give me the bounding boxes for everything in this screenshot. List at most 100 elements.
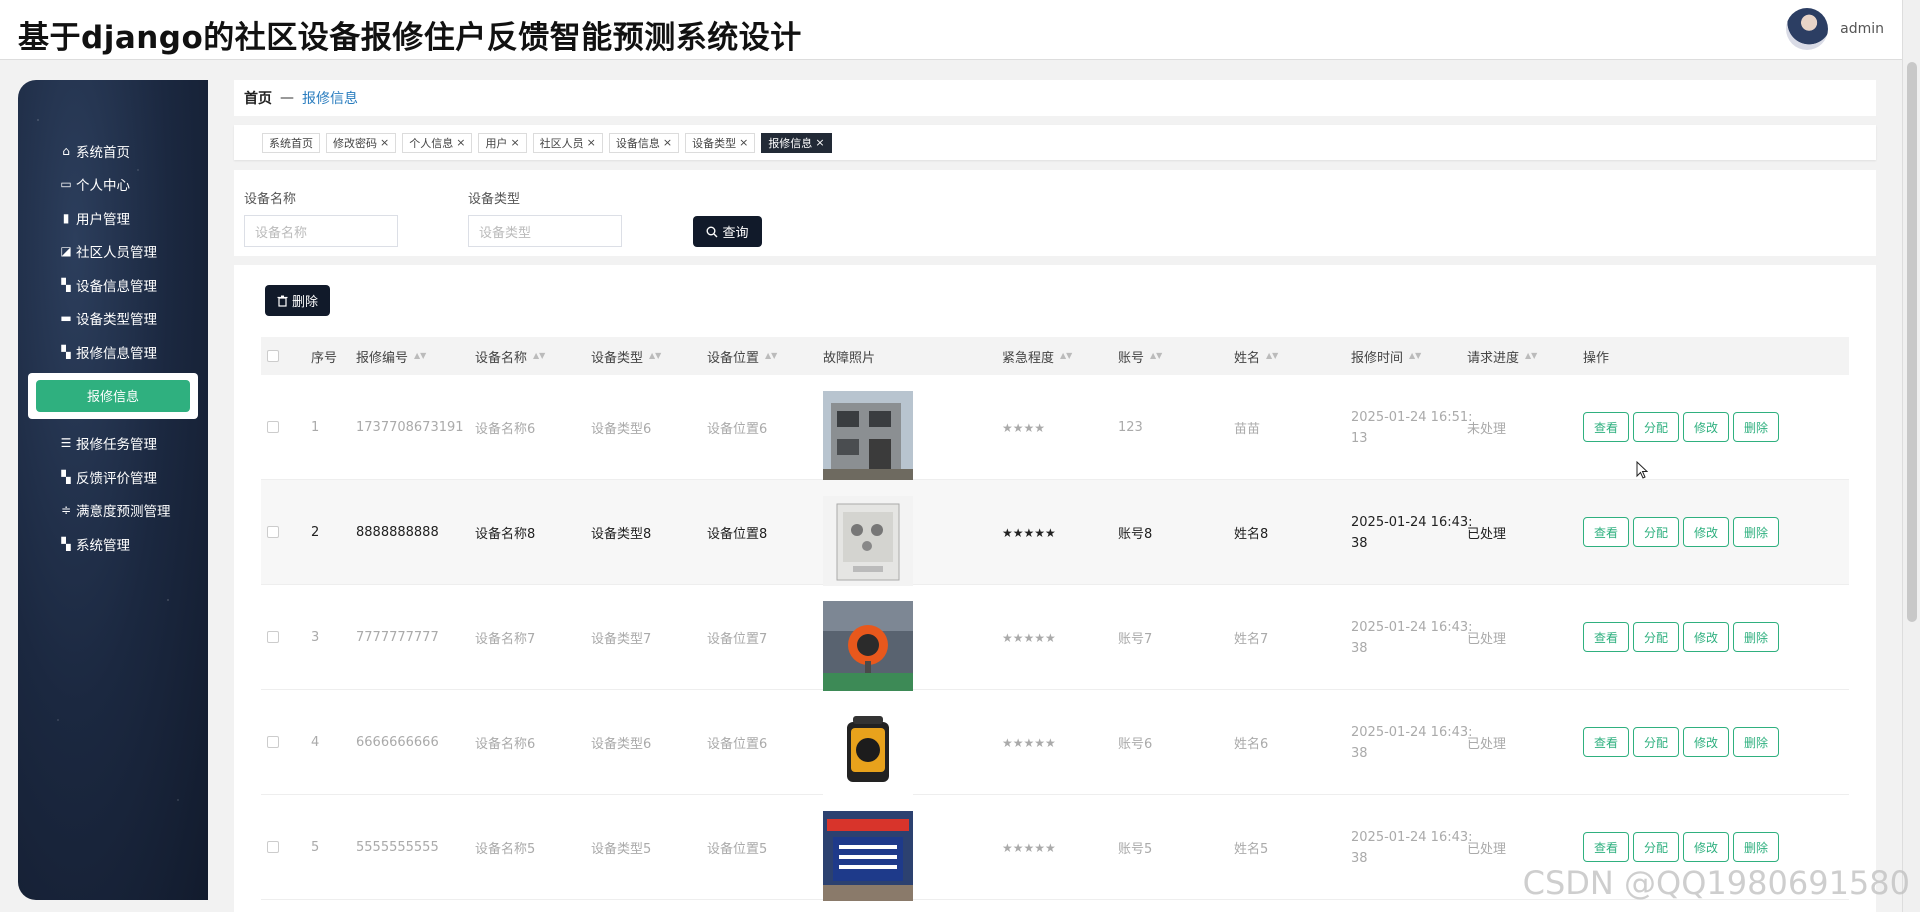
table-header: 序号 报修编号 ▲▼ 设备名称 ▲▼ 设备类型 ▲▼ 设备位置 ▲▼ 故障照片 紧急程度… (261, 337, 1849, 375)
column-header[interactable]: 紧急程度 ▲▼ (1002, 337, 1072, 375)
view-button[interactable]: 查看 (1583, 622, 1629, 652)
batch-delete-button[interactable]: 删除 (265, 285, 330, 316)
scrollbar-thumb[interactable] (1907, 62, 1917, 622)
view-button[interactable]: 查看 (1583, 517, 1629, 547)
view-button[interactable]: 查看 (1583, 412, 1629, 442)
sort-icon[interactable]: ▲▼ (533, 352, 545, 360)
username[interactable]: admin (1840, 21, 1884, 37)
device-type-input[interactable]: 设备类型 (468, 215, 622, 247)
tab-personal-info[interactable]: 个人信息 × (402, 132, 473, 153)
tab-users[interactable]: 用户 × (478, 132, 527, 153)
row-checkbox[interactable] (267, 841, 279, 853)
sort-icon[interactable]: ▲▼ (765, 352, 777, 360)
select-all-checkbox[interactable] (267, 350, 279, 362)
column-label: 操作 (1583, 350, 1610, 366)
sort-icon[interactable]: ▲▼ (1525, 352, 1537, 360)
sort-icon[interactable]: ▲▼ (649, 352, 661, 360)
breadcrumb-home[interactable]: 首页 (244, 88, 272, 108)
sidebar-item-users[interactable]: ▮ 用户管理 (18, 201, 208, 235)
avatar[interactable] (1786, 8, 1829, 50)
assign-button[interactable]: 分配 (1633, 727, 1679, 757)
edit-button[interactable]: 修改 (1683, 832, 1729, 862)
column-header[interactable]: 设备类型 ▲▼ (591, 337, 661, 375)
sidebar-item-profile[interactable]: ▭ 个人中心 (18, 168, 208, 202)
sidebar-item-satisfaction[interactable]: ≑ 满意度预测管理 (18, 494, 208, 528)
sidebar-subitem-repair-info[interactable]: 报修信息 (36, 379, 190, 412)
sidebar-item-label: 系统首页 (76, 144, 130, 161)
column-header[interactable]: 设备位置 ▲▼ (707, 337, 777, 375)
close-icon[interactable]: × (663, 136, 672, 149)
edit-button[interactable]: 修改 (1683, 622, 1729, 652)
assign-button[interactable]: 分配 (1633, 412, 1679, 442)
delete-button[interactable]: 删除 (1733, 517, 1779, 547)
tab-device-type[interactable]: 设备类型 × (685, 132, 756, 153)
cell-status: 已处理 (1467, 737, 1507, 752)
column-header[interactable]: 报修时间 ▲▼ (1351, 337, 1421, 375)
table-row[interactable]: 1 1737708673191 设备名称6 设备类型6 设备位置6 ★★★★ 1… (261, 375, 1849, 481)
edit-button[interactable]: 修改 (1683, 412, 1729, 442)
assign-button[interactable]: 分配 (1633, 832, 1679, 862)
close-icon[interactable]: × (380, 136, 389, 149)
tab-change-password[interactable]: 修改密码 × (326, 132, 397, 153)
sort-icon[interactable]: ▲▼ (414, 352, 426, 360)
close-icon[interactable]: × (456, 136, 465, 149)
grid-icon: ▚ (61, 469, 71, 484)
fault-photo[interactable] (823, 601, 913, 691)
sidebar-item-home[interactable]: ⌂ 系统首页 (18, 134, 208, 168)
delete-button[interactable]: 删除 (1733, 412, 1779, 442)
sort-icon[interactable]: ▲▼ (1409, 352, 1421, 360)
sidebar-item-feedback[interactable]: ▚ 反馈评价管理 (18, 460, 208, 494)
close-icon[interactable]: × (815, 136, 824, 149)
cell-device-type: 设备类型6 (591, 737, 652, 752)
column-header[interactable]: 账号 ▲▼ (1118, 337, 1162, 375)
vertical-scrollbar[interactable] (1902, 0, 1920, 912)
close-icon[interactable]: × (587, 136, 596, 149)
row-checkbox[interactable] (267, 631, 279, 643)
sidebar-item-repair-info[interactable]: ▚ 报修信息管理 (18, 335, 208, 369)
delete-button[interactable]: 删除 (1733, 727, 1779, 757)
table-row[interactable]: 2 8888888888 设备名称8 设备类型8 设备位置8 ★★★★★ 账号8… (261, 480, 1849, 586)
sidebar-item-repair-task[interactable]: ☰ 报修任务管理 (18, 427, 208, 461)
assign-button[interactable]: 分配 (1633, 622, 1679, 652)
close-icon[interactable]: × (739, 136, 748, 149)
user-box[interactable]: admin (1786, 8, 1884, 50)
edit-button[interactable]: 修改 (1683, 727, 1729, 757)
fault-photo[interactable] (823, 391, 913, 481)
sort-icon[interactable]: ▲▼ (1266, 352, 1278, 360)
assign-button[interactable]: 分配 (1633, 517, 1679, 547)
column-label: 紧急程度 (1002, 350, 1055, 366)
sort-icon[interactable]: ▲▼ (1060, 352, 1072, 360)
column-header[interactable]: 姓名 ▲▼ (1234, 337, 1278, 375)
tab-home[interactable]: 系统首页 (262, 132, 320, 153)
row-checkbox[interactable] (267, 526, 279, 538)
sidebar-item-system[interactable]: ▚ 系统管理 (18, 527, 208, 561)
device-name-input[interactable]: 设备名称 (244, 215, 398, 247)
tab-device-info[interactable]: 设备信息 × (608, 132, 680, 153)
delete-button[interactable]: 删除 (1733, 622, 1779, 652)
query-button[interactable]: 查询 (693, 216, 762, 247)
table-row[interactable]: 3 7777777777 设备名称7 设备类型7 设备位置7 ★★★★★ 账号7… (261, 585, 1849, 691)
tab-repair-info[interactable]: 报修信息 × (761, 132, 832, 153)
row-checkbox[interactable] (267, 421, 279, 433)
column-label: 序号 (311, 350, 338, 366)
column-header[interactable]: 设备名称 ▲▼ (475, 337, 545, 375)
tab-label: 设备类型 (692, 136, 737, 150)
fault-photo[interactable] (823, 706, 913, 796)
sidebar-item-device-type[interactable]: ▬ 设备类型管理 (18, 302, 208, 336)
edit-button[interactable]: 修改 (1683, 517, 1729, 547)
tab-community-staff[interactable]: 社区人员 × (532, 132, 603, 153)
fault-photo[interactable] (823, 496, 913, 586)
column-header[interactable]: 请求进度 ▲▼ (1467, 337, 1537, 375)
sidebar-item-community-staff[interactable]: ◪ 社区人员管理 (18, 235, 208, 269)
cell-urgency-stars: ★★★★★ (1002, 735, 1056, 750)
delete-button[interactable]: 删除 (1733, 832, 1779, 862)
row-checkbox[interactable] (267, 736, 279, 748)
view-button[interactable]: 查看 (1583, 727, 1629, 757)
view-button[interactable]: 查看 (1583, 832, 1629, 862)
table-row[interactable]: 4 6666666666 设备名称6 设备类型6 设备位置6 ★★★★★ 账号6… (261, 690, 1849, 796)
fault-photo[interactable] (823, 811, 913, 901)
close-icon[interactable]: × (510, 136, 519, 149)
column-header[interactable]: 报修编号 ▲▼ (356, 337, 426, 375)
sort-icon[interactable]: ▲▼ (1150, 352, 1162, 360)
sidebar-item-device-info[interactable]: ▚ 设备信息管理 (18, 268, 208, 302)
